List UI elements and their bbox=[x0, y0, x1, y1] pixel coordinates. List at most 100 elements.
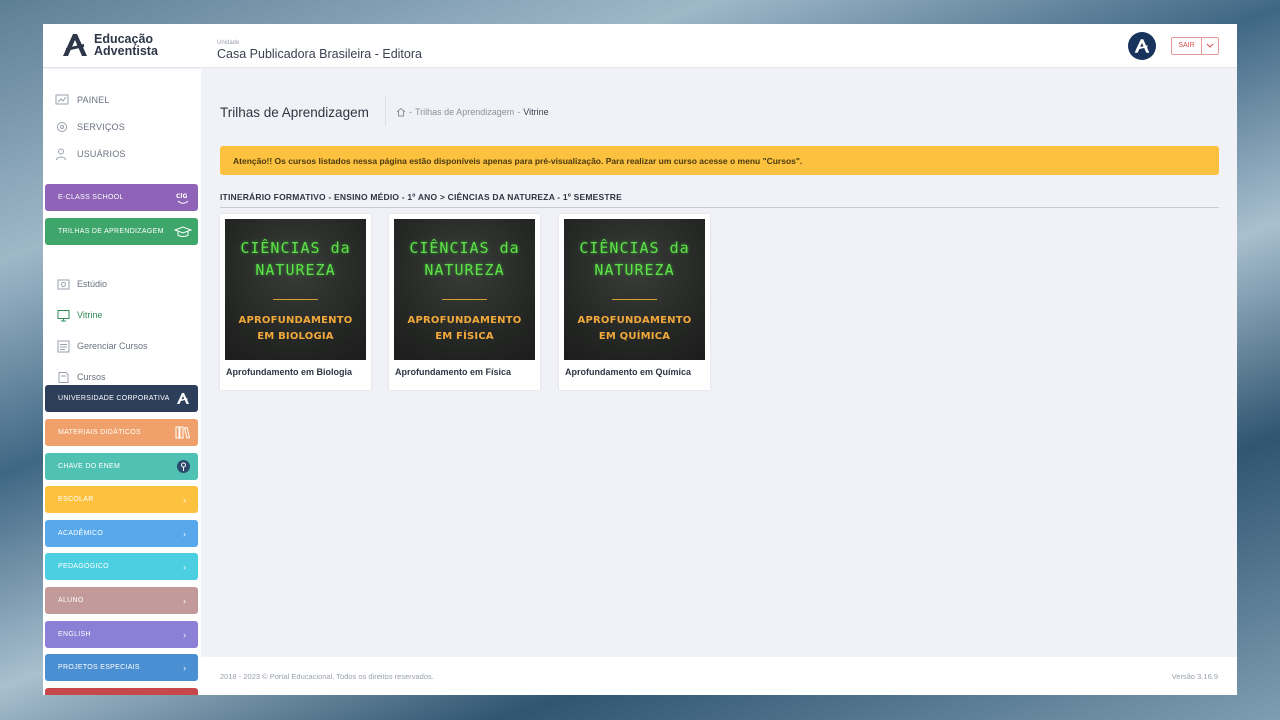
breadcrumb-separator: - bbox=[409, 107, 412, 117]
unit-name: Casa Publicadora Brasileira - Editora bbox=[217, 47, 422, 61]
module-aluno[interactable]: ALUNO › bbox=[45, 587, 198, 614]
course-name[interactable]: Aprofundamento em Biologia bbox=[226, 367, 352, 377]
breadcrumb-link[interactable]: Trilhas de Aprendizagem bbox=[415, 107, 514, 117]
logout-label: SAIR bbox=[1172, 38, 1202, 54]
module-universidade-corporativa[interactable]: UNIVERSIDADE CORPORATIVA bbox=[45, 385, 198, 412]
thumb-title-line1: CIÊNCIAS da bbox=[240, 239, 351, 257]
home-icon[interactable] bbox=[396, 107, 406, 117]
module-materiais-didaticos[interactable]: MATERIAIS DIDÁTICOS bbox=[45, 419, 198, 446]
module-partial[interactable] bbox=[45, 688, 198, 695]
course-card-fisica[interactable]: CIÊNCIAS da NATUREZA APROFUNDAMENTO EM F… bbox=[389, 214, 540, 390]
top-header: Educação Adventista Unidade Casa Publica… bbox=[43, 24, 1237, 68]
module-chave-do-enem[interactable]: CHAVE DO ENEM bbox=[45, 453, 198, 480]
course-name[interactable]: Aprofundamento em Química bbox=[565, 367, 691, 377]
sidebar-sub-label: Estúdio bbox=[77, 279, 108, 289]
chevron-right-icon: › bbox=[183, 662, 186, 673]
adventist-logo-icon bbox=[1134, 39, 1150, 53]
module-academico[interactable]: ACADÊMICO › bbox=[45, 520, 198, 547]
module-label: PROJETOS ESPECIAIS bbox=[58, 664, 140, 671]
module-label: ESCOLAR bbox=[58, 496, 94, 503]
module-label: E-CLASS SCHOOL bbox=[58, 194, 124, 201]
chevron-right-icon: › bbox=[183, 494, 186, 505]
page-title: Trilhas de Aprendizagem bbox=[220, 105, 369, 120]
unit-selector[interactable]: Unidade Casa Publicadora Brasileira - Ed… bbox=[217, 40, 422, 61]
sidebar-sub-cursos[interactable]: Cursos bbox=[57, 369, 106, 385]
thumb-subtitle-line2: EM FÍSICA bbox=[435, 331, 494, 342]
alert-text: Atenção!! Os cursos listados nessa págin… bbox=[233, 155, 803, 166]
module-label: ACADÊMICO bbox=[58, 530, 104, 537]
sidebar: PAINEL SERVIÇOS USUÁRIOS E-CLASS SCHOOL … bbox=[43, 69, 201, 695]
thumb-rule bbox=[442, 299, 487, 300]
graduation-cap-icon bbox=[174, 223, 192, 241]
module-trilhas[interactable]: TRILHAS DE APRENDIZAGEM bbox=[45, 218, 198, 245]
avatar[interactable] bbox=[1128, 32, 1156, 60]
course-thumbnail[interactable]: CIÊNCIAS da NATUREZA APROFUNDAMENTO EM B… bbox=[225, 219, 366, 360]
module-label: PEDAGÓGICO bbox=[58, 563, 109, 570]
module-escolar[interactable]: ESCOLAR › bbox=[45, 486, 198, 513]
title-divider bbox=[385, 96, 386, 126]
sidebar-item-label: USUÁRIOS bbox=[77, 149, 126, 159]
footer-copyright: 2018 - 2023 © Portal Educacional. Todos … bbox=[220, 672, 434, 681]
sidebar-sub-estudio[interactable]: Estúdio bbox=[57, 276, 107, 292]
breadcrumb-current: Vitrine bbox=[523, 107, 549, 117]
module-label: MATERIAIS DIDÁTICOS bbox=[58, 429, 141, 436]
sidebar-sub-gerenciar-cursos[interactable]: Gerenciar Cursos bbox=[57, 338, 148, 354]
books-icon bbox=[174, 424, 192, 442]
chevron-right-icon: › bbox=[183, 561, 186, 572]
sidebar-item-painel[interactable]: PAINEL bbox=[55, 91, 110, 109]
chevron-down-icon[interactable] bbox=[1202, 38, 1218, 54]
course-name[interactable]: Aprofundamento em Física bbox=[395, 367, 511, 377]
thumb-subtitle-line1: APROFUNDAMENTO bbox=[407, 315, 522, 326]
logo-line2: Adventista bbox=[94, 44, 158, 58]
thumb-title-line2: NATUREZA bbox=[424, 261, 505, 279]
module-label: TRILHAS DE APRENDIZAGEM bbox=[58, 228, 164, 235]
studio-icon bbox=[57, 279, 70, 289]
thumb-rule bbox=[612, 299, 657, 300]
chart-icon bbox=[55, 94, 69, 105]
sidebar-item-usuarios[interactable]: USUÁRIOS bbox=[55, 145, 126, 163]
module-label: ENGLISH bbox=[58, 631, 91, 638]
thumb-title-line2: NATUREZA bbox=[255, 261, 336, 279]
thumb-subtitle-line2: EM QUÍMICA bbox=[598, 331, 671, 342]
thumb-subtitle-line2: EM BIOLOGIA bbox=[257, 331, 334, 342]
monitor-icon bbox=[57, 309, 70, 321]
logout-button[interactable]: SAIR bbox=[1171, 37, 1219, 55]
enem-icon bbox=[174, 458, 192, 476]
thumb-subtitle-line1: APROFUNDAMENTO bbox=[577, 315, 692, 326]
breadcrumb: - Trilhas de Aprendizagem - Vitrine bbox=[396, 107, 549, 117]
footer: 2018 - 2023 © Portal Educacional. Todos … bbox=[201, 657, 1237, 695]
footer-version: Versão 3.16.9 bbox=[1171, 672, 1218, 681]
course-thumbnail[interactable]: CIÊNCIAS da NATUREZA APROFUNDAMENTO EM Q… bbox=[564, 219, 705, 360]
adventist-logo-icon bbox=[174, 390, 192, 408]
gear-icon bbox=[57, 122, 67, 132]
module-projetos-especiais[interactable]: PROJETOS ESPECIAIS › bbox=[45, 654, 198, 681]
svg-text:ClG: ClG bbox=[176, 193, 187, 200]
chevron-right-icon: › bbox=[183, 629, 186, 640]
sidebar-sub-label: Vitrine bbox=[77, 310, 103, 320]
sidebar-item-servicos[interactable]: SERVIÇOS bbox=[55, 118, 125, 136]
courses-icon bbox=[58, 371, 69, 383]
users-icon bbox=[56, 148, 66, 161]
course-card-quimica[interactable]: CIÊNCIAS da NATUREZA APROFUNDAMENTO EM Q… bbox=[559, 214, 710, 390]
logo[interactable]: Educação Adventista bbox=[61, 32, 158, 58]
thumb-subtitle-line1: APROFUNDAMENTO bbox=[238, 315, 353, 326]
adventist-logo-icon bbox=[63, 34, 87, 56]
course-thumbnail[interactable]: CIÊNCIAS da NATUREZA APROFUNDAMENTO EM F… bbox=[394, 219, 535, 360]
module-eclass-school[interactable]: E-CLASS SCHOOL ClG bbox=[45, 184, 198, 211]
module-label: ALUNO bbox=[58, 597, 84, 604]
app-window: Educação Adventista Unidade Casa Publica… bbox=[43, 24, 1237, 695]
module-pedagogico[interactable]: PEDAGÓGICO › bbox=[45, 553, 198, 580]
course-card-biologia[interactable]: CIÊNCIAS da NATUREZA APROFUNDAMENTO EM B… bbox=[220, 214, 371, 390]
module-english[interactable]: ENGLISH › bbox=[45, 621, 198, 648]
preview-alert: Atenção!! Os cursos listados nessa págin… bbox=[220, 146, 1219, 175]
thumb-rule bbox=[273, 299, 318, 300]
section-divider bbox=[220, 207, 1219, 208]
sidebar-item-label: PAINEL bbox=[77, 95, 110, 105]
section-title: ITINERÁRIO FORMATIVO - ENSINO MÉDIO - 1º… bbox=[220, 192, 623, 202]
sidebar-sub-label: Gerenciar Cursos bbox=[77, 341, 148, 351]
sidebar-sub-vitrine[interactable]: Vitrine bbox=[57, 307, 102, 323]
chevron-right-icon: › bbox=[183, 528, 186, 539]
thumb-title-line1: CIÊNCIAS da bbox=[409, 239, 520, 257]
manage-icon bbox=[57, 340, 70, 352]
eclass-icon: ClG bbox=[174, 189, 192, 207]
